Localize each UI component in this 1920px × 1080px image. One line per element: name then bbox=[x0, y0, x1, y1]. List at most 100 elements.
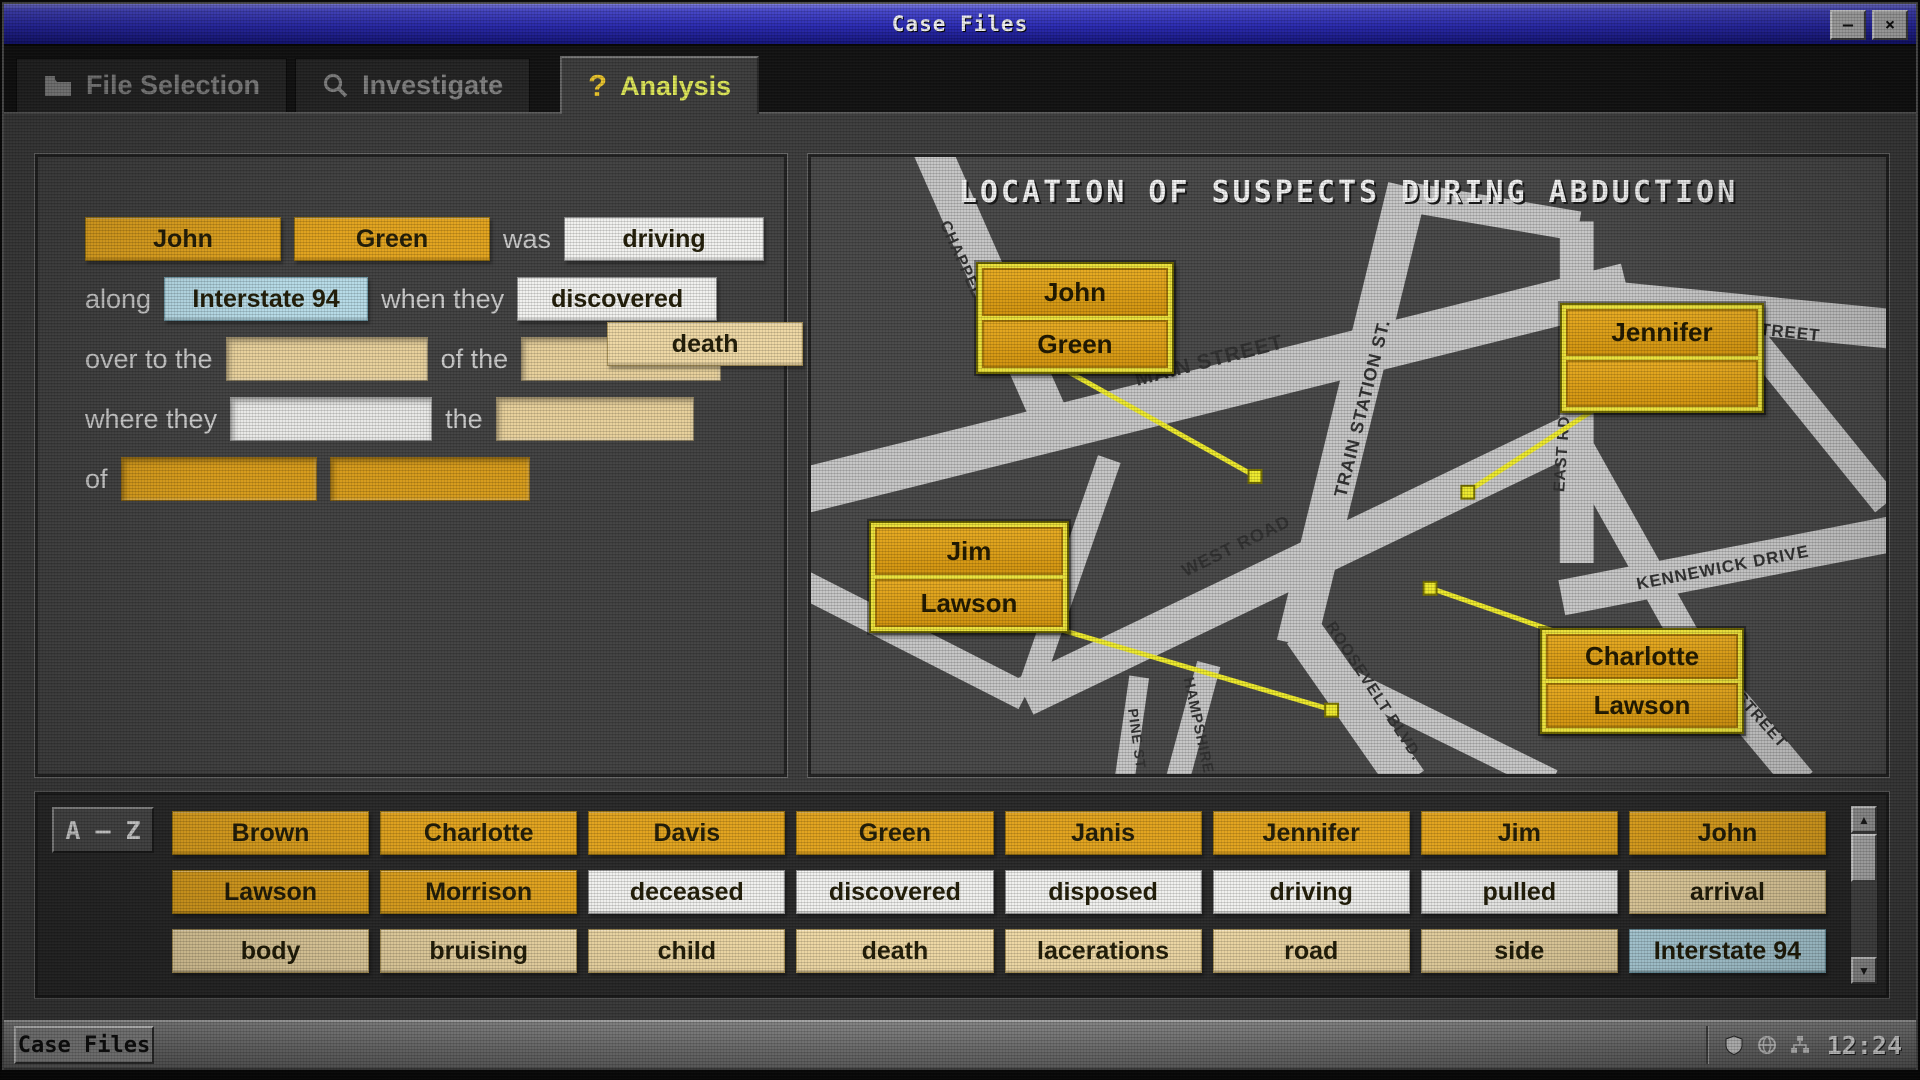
sentence-text-of-the: of the bbox=[441, 344, 509, 375]
tab-label: Investigate bbox=[362, 70, 503, 101]
sentence-text-was: was bbox=[503, 224, 551, 255]
sentence-text-over-to-the: over to the bbox=[85, 344, 213, 375]
sentence-tile-john[interactable]: John bbox=[85, 217, 281, 261]
suspect-name-empty[interactable] bbox=[1566, 360, 1758, 407]
tab-investigate[interactable]: Investigate bbox=[295, 58, 530, 112]
sentence-text-where-they: where they bbox=[85, 404, 217, 435]
connector-charlotte bbox=[1430, 588, 1552, 631]
tab-bar: File Selection Investigate ? Analysis bbox=[4, 46, 1916, 114]
minimize-button[interactable]: — bbox=[1830, 10, 1866, 40]
scroll-down-button[interactable]: ▼ bbox=[1851, 957, 1877, 984]
word-tile[interactable]: Interstate 94 bbox=[1629, 929, 1826, 973]
tab-file-selection[interactable]: File Selection bbox=[16, 58, 287, 112]
sentence-slot-empty[interactable] bbox=[230, 397, 432, 441]
search-icon bbox=[322, 72, 349, 99]
sentence-row: of bbox=[85, 457, 784, 501]
sentence-slot-empty[interactable] bbox=[330, 457, 530, 501]
word-tile[interactable]: Davis bbox=[588, 811, 785, 855]
sentence-tile-green[interactable]: Green bbox=[294, 217, 490, 261]
word-tile[interactable]: lacerations bbox=[1005, 929, 1202, 973]
sentence-slot-empty[interactable] bbox=[496, 397, 694, 441]
suspect-box-charlotte-lawson[interactable]: Charlotte Lawson bbox=[1540, 628, 1744, 734]
suspect-name[interactable]: Green bbox=[982, 320, 1168, 368]
window-bottom-edge bbox=[2, 1070, 1918, 1078]
map-pin-square bbox=[1461, 486, 1474, 499]
sentence-slot-group: death bbox=[521, 337, 721, 381]
word-tile[interactable]: Charlotte bbox=[380, 811, 577, 855]
sentence-row: over to the of the death bbox=[85, 337, 784, 381]
clock: 12:24 bbox=[1827, 1031, 1902, 1060]
word-tile[interactable]: deceased bbox=[588, 870, 785, 914]
shield-icon[interactable] bbox=[1724, 1035, 1744, 1055]
word-tile[interactable]: bruising bbox=[380, 929, 577, 973]
suspect-box-john-green[interactable]: John Green bbox=[976, 262, 1174, 374]
map-pin-square bbox=[1325, 704, 1338, 717]
word-bank-grid: Brown Charlotte Davis Green Janis Jennif… bbox=[172, 811, 1826, 973]
tab-label: File Selection bbox=[86, 70, 260, 101]
word-tile[interactable]: Lawson bbox=[172, 870, 369, 914]
title-bar: Case Files — × bbox=[4, 4, 1916, 46]
sentence-text-along: along bbox=[85, 284, 151, 315]
sort-az-button[interactable]: A – Z bbox=[52, 807, 154, 853]
scrollbar-thumb[interactable] bbox=[1851, 834, 1877, 882]
word-tile[interactable]: Brown bbox=[172, 811, 369, 855]
word-bank-panel: A – Z Brown Charlotte Davis Green Janis … bbox=[35, 792, 1889, 998]
sentence-row: where they the bbox=[85, 397, 784, 441]
sentence-slot-empty[interactable] bbox=[121, 457, 317, 501]
map-panel: LOCATION OF SUSPECTS DURING ABDUCTION bbox=[808, 154, 1889, 777]
word-tile[interactable]: Janis bbox=[1005, 811, 1202, 855]
sentence-row: along Interstate 94 when they discovered bbox=[85, 277, 784, 321]
word-tile[interactable]: body bbox=[172, 929, 369, 973]
sentence-tile-driving[interactable]: driving bbox=[564, 217, 764, 261]
word-tile[interactable]: side bbox=[1421, 929, 1618, 973]
tab-label: Analysis bbox=[620, 71, 731, 102]
word-tile[interactable]: Green bbox=[796, 811, 993, 855]
word-tile[interactable]: child bbox=[588, 929, 785, 973]
map-pin-square bbox=[1249, 470, 1262, 483]
folder-icon bbox=[43, 74, 73, 98]
suspect-name[interactable]: Lawson bbox=[875, 579, 1063, 627]
word-tile[interactable]: disposed bbox=[1005, 870, 1202, 914]
window-title: Case Files bbox=[892, 12, 1028, 36]
suspect-name[interactable]: Charlotte bbox=[1546, 634, 1738, 679]
sentence-tile-interstate[interactable]: Interstate 94 bbox=[164, 277, 368, 321]
start-button[interactable]: Case Files bbox=[14, 1026, 154, 1064]
sentence-tile-death[interactable]: death bbox=[607, 322, 803, 366]
word-tile[interactable]: driving bbox=[1213, 870, 1410, 914]
sentence-text-when-they: when they bbox=[381, 284, 504, 315]
suspect-name[interactable]: John bbox=[982, 268, 1168, 316]
word-bank-scrollbar[interactable]: ▲ ▼ bbox=[1850, 805, 1878, 985]
status-bar: Case Files 12:24 bbox=[4, 1020, 1916, 1068]
sentence-builder: John Green was driving along Interstate … bbox=[38, 157, 784, 501]
map-title: LOCATION OF SUSPECTS DURING ABDUCTION bbox=[811, 175, 1886, 210]
close-button[interactable]: × bbox=[1872, 10, 1908, 40]
word-tile[interactable]: pulled bbox=[1421, 870, 1618, 914]
network-icon[interactable] bbox=[1790, 1035, 1810, 1055]
word-tile[interactable]: Jennifer bbox=[1213, 811, 1410, 855]
sentence-text-the: the bbox=[445, 404, 483, 435]
system-tray: 12:24 bbox=[1706, 1026, 1902, 1064]
word-tile[interactable]: Jim bbox=[1421, 811, 1618, 855]
question-icon: ? bbox=[588, 68, 607, 104]
word-tile[interactable]: discovered bbox=[796, 870, 993, 914]
window-controls: — × bbox=[1830, 10, 1908, 40]
deduction-panel: John Green was driving along Interstate … bbox=[35, 154, 787, 777]
word-tile[interactable]: John bbox=[1629, 811, 1826, 855]
suspect-name[interactable]: Jim bbox=[875, 527, 1063, 575]
scroll-up-button[interactable]: ▲ bbox=[1851, 806, 1877, 833]
suspect-name[interactable]: Lawson bbox=[1546, 683, 1738, 728]
suspect-box-jim-lawson[interactable]: Jim Lawson bbox=[869, 521, 1069, 633]
case-files-window: Case Files — × File Selection Investigat… bbox=[0, 0, 1920, 1080]
sentence-slot-empty[interactable] bbox=[226, 337, 428, 381]
map-pin-square bbox=[1424, 582, 1437, 595]
suspect-name[interactable]: Jennifer bbox=[1566, 309, 1758, 356]
word-tile[interactable]: arrival bbox=[1629, 870, 1826, 914]
sentence-tile-discovered[interactable]: discovered bbox=[517, 277, 717, 321]
sentence-row: John Green was driving bbox=[85, 217, 784, 261]
word-tile[interactable]: Morrison bbox=[380, 870, 577, 914]
globe-icon[interactable] bbox=[1757, 1035, 1777, 1055]
word-tile[interactable]: road bbox=[1213, 929, 1410, 973]
suspect-box-jennifer[interactable]: Jennifer bbox=[1560, 303, 1764, 413]
tab-analysis[interactable]: ? Analysis bbox=[560, 56, 759, 114]
word-tile[interactable]: death bbox=[796, 929, 993, 973]
